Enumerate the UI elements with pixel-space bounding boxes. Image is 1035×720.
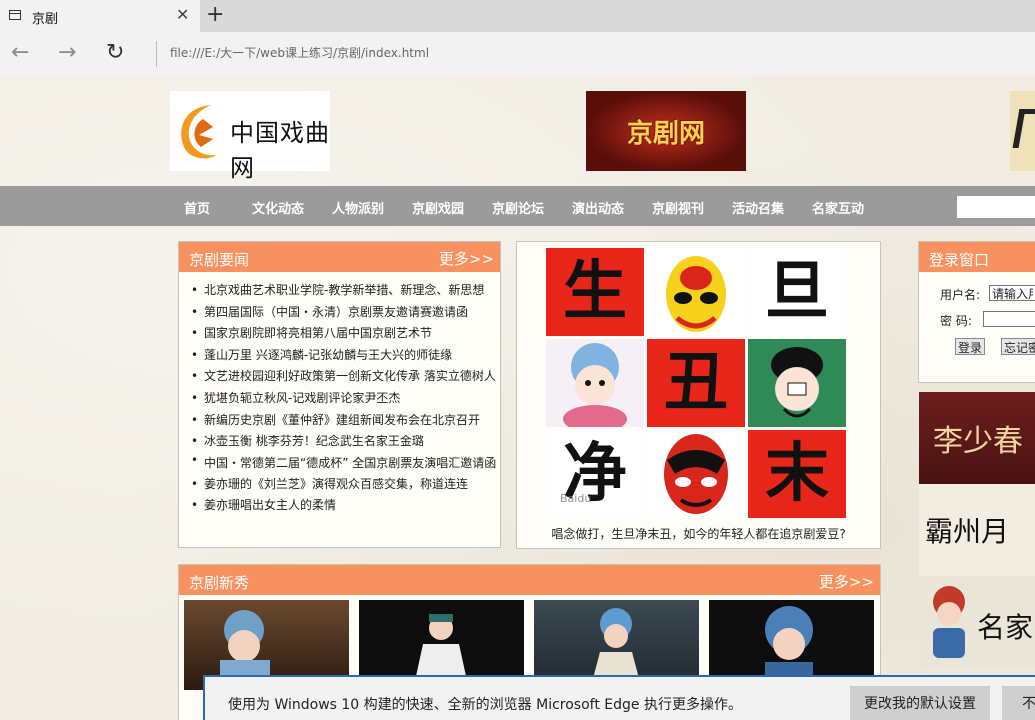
- dismiss-button[interactable]: 不: [1002, 686, 1035, 720]
- browser-tab-strip: 京剧 ✕ +: [0, 0, 1035, 32]
- username-label: 用户名:: [940, 288, 981, 302]
- reload-icon[interactable]: ↻: [106, 41, 124, 65]
- news-item[interactable]: 犹堪负轭立秋风-记戏剧评论家尹丕杰: [191, 388, 504, 410]
- news-item[interactable]: 文艺进校园迎利好政策第一创新文化传承 落实立德树人: [191, 366, 504, 388]
- news-panel: 京剧要闻 更多>> 北京戏曲艺术职业学院-教学新举措、新理念、新思想 第四届国际…: [178, 241, 501, 548]
- password-field[interactable]: [983, 311, 1035, 327]
- nav-item-events[interactable]: 活动召集: [732, 198, 784, 217]
- nav-item-forum[interactable]: 京剧论坛: [492, 198, 544, 217]
- famous-artists-image[interactable]: 名家: [919, 576, 1035, 668]
- news-item[interactable]: 姜亦珊唱出女主人的柔情: [191, 495, 504, 517]
- famous-artists-text: 名家: [977, 611, 1034, 644]
- role-char-dan: 旦: [765, 254, 829, 329]
- close-tab-icon[interactable]: ✕: [176, 6, 189, 24]
- search-input[interactable]: [957, 196, 1035, 218]
- news-item[interactable]: 中国・常德第二届“德成杯” 全国京剧票友演唱汇邀请函: [191, 453, 504, 474]
- forward-arrow-icon[interactable]: →: [58, 41, 76, 65]
- dan-figure-cell: [546, 339, 644, 433]
- logo-text: 中国戏曲网: [230, 119, 330, 182]
- nav-item-video[interactable]: 京剧视刊: [652, 198, 704, 217]
- login-panel-title: 登录窗口: [929, 251, 990, 269]
- news-panel-header: 京剧要闻 更多>>: [179, 242, 500, 272]
- banner-text: 京剧网: [626, 119, 705, 149]
- dan-figure-icon: [563, 343, 627, 433]
- notification-message: 使用为 Windows 10 构建的快速、全新的浏览器 Microsoft Ed…: [228, 697, 742, 713]
- username-field[interactable]: [989, 285, 1035, 301]
- opera-mask-icon: [666, 256, 726, 332]
- header-banner: 京剧网: [586, 91, 746, 171]
- role-cell-dan: 旦: [748, 248, 846, 336]
- forgot-password-button[interactable]: 忘记密码: [1001, 338, 1035, 355]
- role-char-sheng: 生: [563, 254, 627, 329]
- news-item[interactable]: 北京戏曲艺术职业学院-教学新举措、新理念、新思想: [191, 280, 504, 302]
- news-item[interactable]: 新编历史京剧《董仲舒》建组新闻发布会在北京召开: [191, 410, 504, 432]
- mask-cell: [647, 248, 745, 336]
- header-calligraphy-image: [1010, 91, 1035, 171]
- news-item[interactable]: 姜亦珊的《刘兰芝》演得观众百感交集，称道连连: [191, 474, 504, 496]
- browser-toolbar: ← → ↻ file:///E:/大一下/web课上练习/京剧/index.ht…: [0, 32, 1035, 76]
- browser-tab[interactable]: 京剧 ✕: [0, 0, 200, 32]
- poster-text: 霸州月: [925, 515, 1010, 548]
- nav-item-masters[interactable]: 名家互动: [812, 198, 864, 217]
- role-char-mo: 末: [765, 436, 829, 511]
- news-item[interactable]: 冰壶玉衡 桃李芬芳！纪念武生名家王金璐: [191, 431, 504, 453]
- login-panel: 登录窗口 用户名: 密 码: 登录 忘记密码: [918, 241, 1035, 383]
- role-cell-sheng: 生: [546, 248, 644, 336]
- image-watermark: Baidu: [560, 492, 592, 505]
- newcomers-panel-header: 京剧新秀 更多>>: [179, 565, 880, 595]
- news-item[interactable]: 第四届国际（中国・永清）京剧票友邀请赛邀请函: [191, 302, 504, 324]
- opera-roles-image[interactable]: 生 旦 丑 净 末 Baidu: [546, 248, 846, 518]
- nav-item-home[interactable]: 首页: [184, 198, 210, 217]
- tab-title: 京剧: [32, 12, 59, 27]
- nav-item-culture-news[interactable]: 文化动态: [252, 198, 304, 217]
- newcomers-more-link[interactable]: 更多>>: [819, 571, 874, 592]
- chou-figure-cell: [748, 339, 846, 427]
- opera-figure-icon: [933, 586, 965, 658]
- role-cell-mo: 末: [748, 430, 846, 518]
- jing-mask-cell: [647, 430, 745, 518]
- logo-swirl-icon: [181, 105, 217, 159]
- newcomers-panel-title: 京剧新秀: [189, 574, 250, 592]
- nav-item-theaters[interactable]: 京剧戏园: [412, 198, 464, 217]
- news-item[interactable]: 蓬山万里 兴逐鸿麟-记张幼麟与王大兴的师徒缘: [191, 345, 504, 367]
- login-button[interactable]: 登录: [955, 338, 986, 355]
- main-nav: 首页 文化动态 人物派别 京剧戏园 京剧论坛 演出动态 京剧视刊 活动召集 名家…: [0, 186, 1035, 226]
- roles-panel: 生 旦 丑 净 末 Baidu 唱念做打，生旦净末丑，如今的年轻人都在追京剧爱豆…: [516, 241, 881, 549]
- role-cell-chou: 丑: [647, 339, 745, 427]
- address-bar[interactable]: file:///E:/大一下/web课上练习/京剧/index.html: [170, 44, 429, 61]
- login-panel-header: 登录窗口: [919, 242, 1035, 272]
- back-arrow-icon[interactable]: ←: [11, 41, 29, 65]
- nav-item-schools[interactable]: 人物派别: [332, 198, 384, 217]
- role-char-chou: 丑: [664, 345, 728, 420]
- password-label: 密 码:: [940, 314, 972, 328]
- address-divider: [156, 41, 157, 67]
- roles-caption[interactable]: 唱念做打，生旦净末丑，如今的年轻人都在追京剧爱豆?: [517, 525, 880, 542]
- news-list: 北京戏曲艺术职业学院-教学新举措、新理念、新思想 第四届国际（中国・永清）京剧票…: [191, 280, 504, 517]
- edge-default-browser-notification: 使用为 Windows 10 构建的快速、全新的浏览器 Microsoft Ed…: [203, 675, 1035, 720]
- news-more-link[interactable]: 更多>>: [439, 248, 494, 269]
- change-default-settings-button[interactable]: 更改我的默认设置: [850, 686, 990, 720]
- new-tab-icon[interactable]: +: [206, 3, 224, 27]
- artist-banner[interactable]: 李少春: [919, 392, 1035, 484]
- page-icon: [9, 10, 21, 20]
- news-panel-title: 京剧要闻: [189, 251, 250, 269]
- site-logo[interactable]: 中国戏曲网: [170, 91, 330, 182]
- poster-image[interactable]: 霸州月: [919, 484, 1035, 576]
- chou-figure-icon: [771, 347, 823, 418]
- web-page: 中国戏曲网 京剧网 首页 文化动态 人物派别 京剧戏园 京剧论坛 演出动态 京剧…: [0, 76, 1035, 720]
- nav-item-performances[interactable]: 演出动态: [572, 198, 624, 217]
- red-mask-icon: [664, 434, 728, 514]
- artist-banner-text: 李少春: [933, 424, 1023, 459]
- news-item[interactable]: 国家京剧院即将亮相第八届中国京剧艺术节: [191, 323, 504, 345]
